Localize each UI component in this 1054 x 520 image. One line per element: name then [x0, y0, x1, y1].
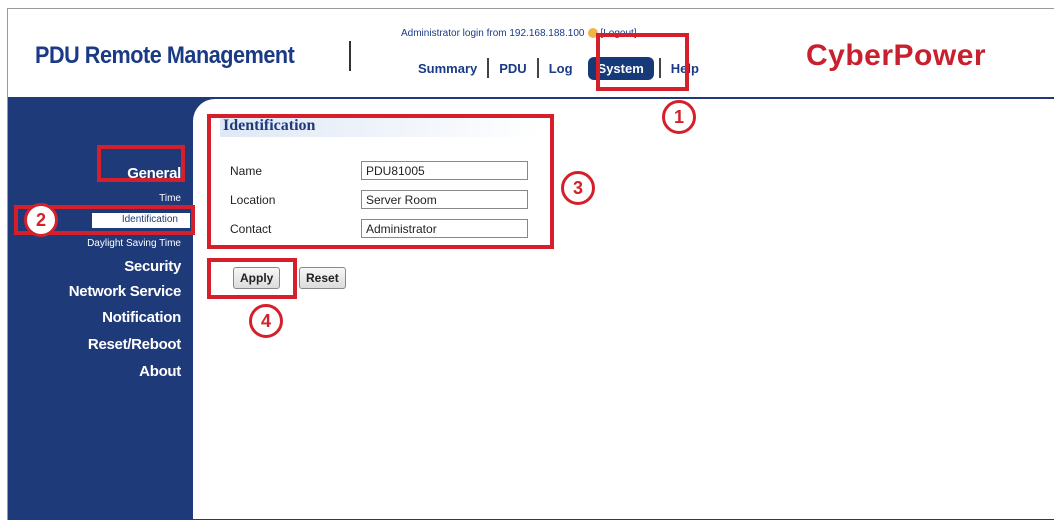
cyberpower-logo: CyberPower: [806, 39, 987, 72]
annotation-badge-1: 1: [662, 100, 696, 134]
sidebar-item-time[interactable]: Time: [159, 193, 181, 204]
annotation-box-general: [97, 145, 185, 182]
reset-button[interactable]: Reset: [299, 267, 346, 289]
sidebar-item-notification[interactable]: Notification: [102, 309, 181, 326]
annotation-badge-3: 3: [561, 171, 595, 205]
sidebar-item-reset-reboot[interactable]: Reset/Reboot: [88, 336, 181, 353]
annotation-box-system: [596, 33, 689, 91]
nav-log[interactable]: Log: [539, 61, 583, 76]
annotation-box-apply: [207, 258, 297, 299]
annotation-badge-4: 4: [249, 304, 283, 338]
sidebar-item-daylight-saving-time[interactable]: Daylight Saving Time: [87, 238, 181, 249]
annotation-badge-2: 2: [24, 203, 58, 237]
annotation-box-identification-fields: [207, 114, 554, 249]
login-text: Administrator login from 192.168.188.100: [401, 28, 585, 39]
title-divider: [349, 41, 351, 71]
nav-pdu[interactable]: PDU: [489, 61, 536, 76]
sidebar-item-security[interactable]: Security: [124, 258, 181, 275]
sidebar-item-network-service[interactable]: Network Service: [69, 283, 182, 300]
sidebar-item-about[interactable]: About: [139, 363, 181, 380]
app-title: PDU Remote Management: [35, 42, 295, 69]
nav-summary[interactable]: Summary: [408, 61, 487, 76]
header: PDU Remote Management Administrator logi…: [8, 9, 1054, 97]
